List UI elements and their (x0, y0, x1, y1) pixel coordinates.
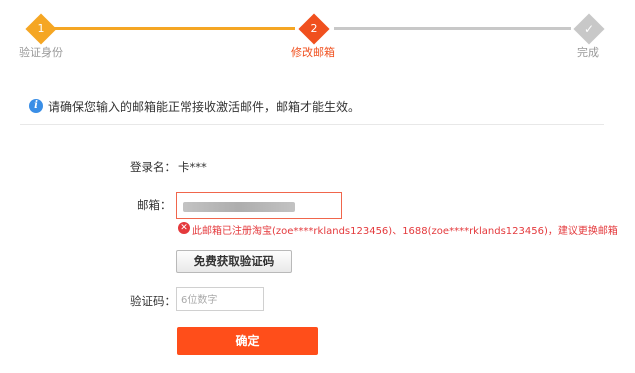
login-name-label: 登录名： (130, 160, 176, 174)
masked-email-value (183, 202, 295, 212)
info-icon: i (29, 99, 43, 113)
step-connector-1 (52, 27, 295, 30)
notice-divider (20, 124, 604, 125)
step-2-number: 2 (310, 22, 318, 35)
notice-text: 请确保您输入的邮箱能正常接收激活邮件，邮箱才能生效。 (48, 100, 361, 114)
submit-button[interactable]: 确定 (177, 327, 318, 355)
email-input[interactable] (176, 192, 342, 219)
login-name-value: 卡*** (178, 160, 207, 174)
email-error-message: 此邮箱已注册淘宝(zoe****rklands123456)、1688(zoe*… (192, 226, 618, 237)
verification-code-label: 验证码： (130, 294, 176, 308)
step-3-label: 完成 (577, 46, 599, 59)
get-verification-code-button[interactable]: 免费获取验证码 (176, 250, 292, 273)
step-connector-2 (334, 27, 571, 30)
step-1-number: 1 (37, 22, 45, 35)
verification-code-input[interactable]: 6位数字 (176, 287, 264, 311)
check-icon: ✓ (583, 22, 595, 36)
error-circle-icon: ✕ (178, 222, 190, 234)
step-2-label: 修改邮箱 (291, 46, 335, 59)
email-label: 邮箱： (137, 198, 172, 212)
step-1-label: 验证身份 (19, 46, 63, 59)
